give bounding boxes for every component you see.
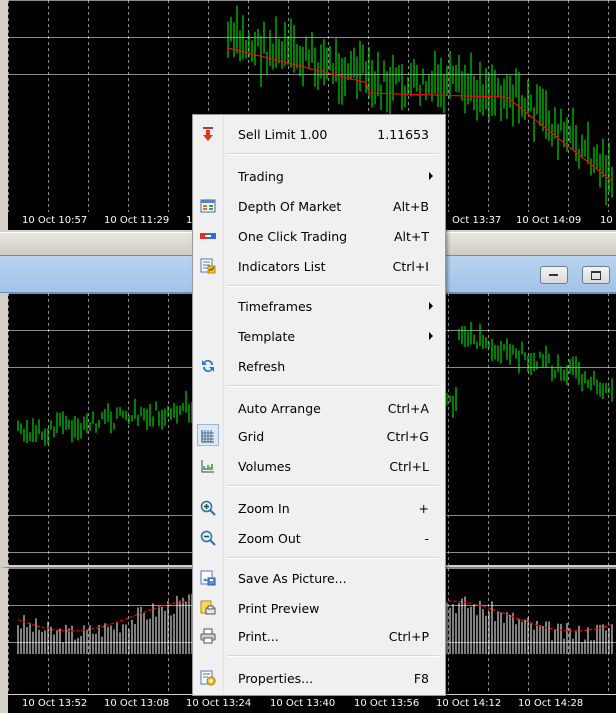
time-label: 10 Oct 14:09 bbox=[516, 215, 582, 226]
menu-item-sell-limit[interactable]: Sell Limit 1.00 1.11653 bbox=[193, 121, 445, 147]
menu-item-label: Print... bbox=[238, 629, 279, 644]
menu-item-label: Properties... bbox=[238, 671, 314, 686]
menu-item-template[interactable]: Template bbox=[193, 323, 445, 349]
menu-item-print[interactable]: Print... Ctrl+P bbox=[193, 623, 445, 649]
menu-item-label: Depth Of Market bbox=[238, 199, 342, 214]
menu-item-label: Grid bbox=[238, 429, 265, 444]
menu-item-properties[interactable]: Properties... F8 bbox=[193, 665, 445, 691]
menu-shortcut: F8 bbox=[413, 671, 429, 686]
menu-separator bbox=[227, 153, 439, 155]
menu-item-label: Template bbox=[238, 329, 296, 344]
menu-shortcut: Alt+B bbox=[393, 199, 429, 214]
zoom-out-icon bbox=[200, 530, 216, 546]
menu-item-print-preview[interactable]: Print Preview bbox=[193, 595, 445, 621]
sell-limit-price: 1.11653 bbox=[377, 127, 429, 142]
menu-item-depth-of-market[interactable]: Depth Of Market Alt+B bbox=[193, 193, 445, 219]
properties-icon bbox=[200, 670, 216, 686]
indicators-list-icon bbox=[200, 258, 216, 274]
menu-item-auto-arrange[interactable]: Auto Arrange Ctrl+A bbox=[193, 395, 445, 421]
menu-item-label: Indicators List bbox=[238, 259, 326, 274]
menu-separator bbox=[227, 385, 439, 387]
menu-shortcut: - bbox=[424, 531, 429, 546]
menu-item-label: Save As Picture... bbox=[238, 571, 347, 586]
time-label: 10 Oct 13:24 bbox=[186, 698, 252, 709]
menu-item-label: Volumes bbox=[238, 459, 292, 474]
menu-item-trading[interactable]: Trading bbox=[193, 163, 445, 189]
menu-item-one-click-trading[interactable]: One Click Trading Alt+T bbox=[193, 223, 445, 249]
restore-icon bbox=[591, 271, 601, 280]
menu-shortcut: Ctrl+A bbox=[387, 401, 429, 416]
menu-item-zoom-out[interactable]: Zoom Out - bbox=[193, 525, 445, 551]
time-label: 10 Oct 11:29 bbox=[104, 215, 170, 226]
menu-item-label: Auto Arrange bbox=[238, 401, 321, 416]
submenu-arrow-icon bbox=[429, 302, 433, 310]
menu-separator bbox=[227, 285, 439, 287]
minimize-button[interactable] bbox=[540, 266, 568, 284]
menu-shortcut: Ctrl+G bbox=[386, 429, 429, 444]
menu-item-volumes[interactable]: Volumes Ctrl+L bbox=[193, 453, 445, 479]
depth-of-market-icon bbox=[200, 199, 216, 213]
bottom-time-axis: 10 Oct 13:52 10 Oct 13:08 10 Oct 13:24 1… bbox=[8, 695, 616, 713]
time-label: 10 Oct 10:57 bbox=[22, 215, 88, 226]
menu-item-label: Zoom Out bbox=[238, 531, 301, 546]
zoom-in-icon bbox=[200, 500, 216, 516]
menu-item-label: Sell Limit 1.00 bbox=[238, 127, 328, 142]
sell-arrow-icon bbox=[203, 127, 213, 141]
one-click-trading-icon bbox=[200, 233, 216, 239]
refresh-icon bbox=[202, 360, 214, 372]
menu-separator bbox=[227, 485, 439, 487]
menu-separator bbox=[227, 557, 439, 559]
menu-separator bbox=[227, 655, 439, 657]
menu-item-zoom-in[interactable]: Zoom In + bbox=[193, 495, 445, 521]
menu-item-label: Timeframes bbox=[238, 299, 313, 314]
menu-item-refresh[interactable]: Refresh bbox=[193, 353, 445, 379]
time-label: 10 Oct 13:52 bbox=[22, 698, 88, 709]
save-picture-icon bbox=[200, 570, 216, 586]
menu-item-label: Refresh bbox=[238, 359, 286, 374]
time-label: Oct 13:37 bbox=[452, 215, 502, 226]
volumes-icon bbox=[201, 460, 214, 473]
menu-shortcut: Ctrl+P bbox=[388, 629, 429, 644]
time-label: 10 bbox=[600, 215, 613, 226]
menu-shortcut: Ctrl+L bbox=[389, 459, 429, 474]
menu-item-label: One Click Trading bbox=[238, 229, 348, 244]
menu-shortcut: + bbox=[418, 501, 429, 516]
minimize-icon bbox=[549, 274, 558, 276]
menu-shortcut: Alt+T bbox=[393, 229, 429, 244]
chart-context-menu: Sell Limit 1.00 1.11653 Trading Depth Of… bbox=[192, 114, 446, 696]
submenu-arrow-icon bbox=[429, 332, 433, 340]
menu-item-save-as-picture[interactable]: Save As Picture... bbox=[193, 565, 445, 591]
print-preview-icon bbox=[200, 600, 216, 615]
menu-shortcut: Ctrl+I bbox=[392, 259, 429, 274]
submenu-arrow-icon bbox=[429, 172, 433, 180]
printer-icon bbox=[200, 628, 216, 644]
restore-button[interactable] bbox=[582, 266, 610, 284]
menu-item-label: Print Preview bbox=[238, 601, 320, 616]
time-label: 10 Oct 13:40 bbox=[270, 698, 336, 709]
menu-item-timeframes[interactable]: Timeframes bbox=[193, 293, 445, 319]
time-label: 10 Oct 14:28 bbox=[518, 698, 584, 709]
menu-item-grid[interactable]: Grid Ctrl+G bbox=[193, 423, 445, 449]
time-label: 10 Oct 14:12 bbox=[436, 698, 502, 709]
menu-item-label: Zoom In bbox=[238, 501, 290, 516]
grid-icon bbox=[201, 430, 214, 443]
menu-item-indicators-list[interactable]: Indicators List Ctrl+I bbox=[193, 253, 445, 279]
menu-item-label: Trading bbox=[238, 169, 284, 184]
time-label: 10 Oct 13:56 bbox=[354, 698, 420, 709]
time-label: 10 Oct 13:08 bbox=[104, 698, 170, 709]
